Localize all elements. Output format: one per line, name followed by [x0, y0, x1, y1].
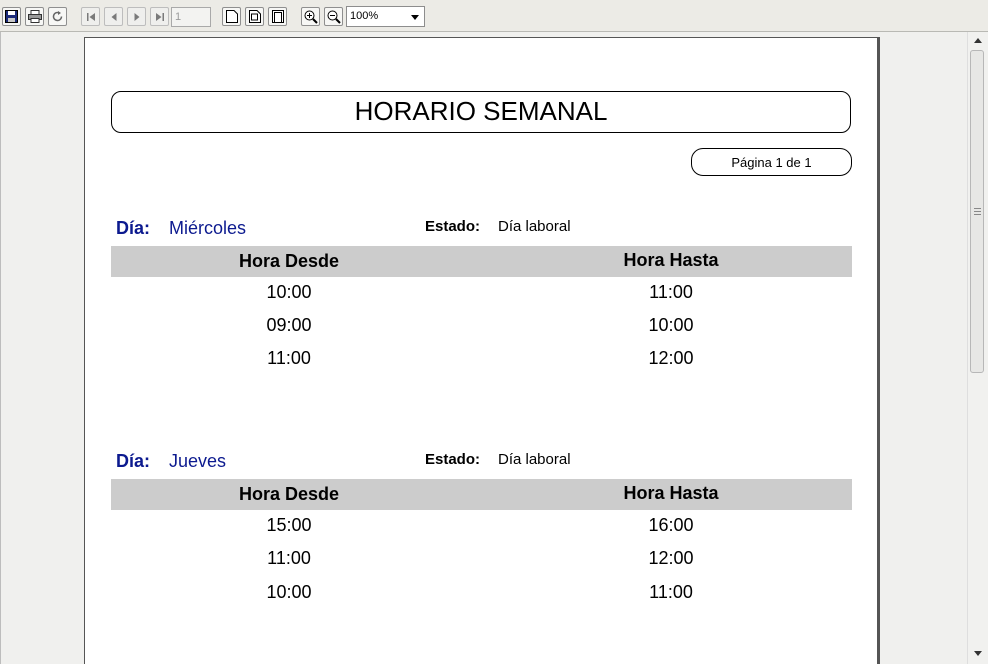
- cell-hasta: 11:00: [649, 282, 693, 302]
- cell-hasta: 12:00: [648, 548, 694, 568]
- day-name: Jueves: [169, 451, 227, 471]
- cell-desde: 10:00: [266, 582, 312, 602]
- page-number-input[interactable]: [171, 7, 211, 27]
- previous-page-button[interactable]: [104, 7, 123, 26]
- last-page-button[interactable]: [150, 7, 169, 26]
- grip-icon: [974, 208, 981, 215]
- report-title: HORARIO SEMANAL: [111, 91, 851, 133]
- scrollbar-thumb[interactable]: [970, 50, 984, 373]
- last-page-icon: [155, 12, 165, 22]
- report-viewer-toolbar: 100%: [0, 0, 988, 32]
- estado-label: Estado:: [425, 218, 481, 235]
- zoom-out-button[interactable]: [324, 7, 343, 26]
- page-width-icon: [225, 10, 238, 23]
- cell-desde: 11:00: [267, 548, 311, 568]
- save-button[interactable]: [2, 7, 21, 26]
- estado-value: Día laboral: [498, 218, 571, 235]
- cell-desde: 09:00: [266, 315, 312, 335]
- cell-hasta: 16:00: [648, 515, 694, 535]
- zoom-in-icon: [304, 10, 318, 24]
- day-name: Miércoles: [169, 218, 247, 238]
- cell-desde: 15:00: [266, 515, 312, 535]
- scroll-down-icon[interactable]: [974, 651, 982, 656]
- zoom-select[interactable]: 100%: [346, 6, 425, 27]
- report-viewport: HORARIO SEMANAL Página 1 de 1 Día: Miérc…: [0, 32, 967, 664]
- first-page-icon: [86, 12, 96, 22]
- cell-desde: 10:00: [266, 282, 312, 302]
- scroll-up-icon[interactable]: [974, 38, 982, 43]
- print-icon: [27, 10, 42, 23]
- day-label: Día:: [116, 451, 151, 471]
- zoom-value: 100%: [350, 10, 379, 22]
- page-width-button[interactable]: [222, 7, 241, 26]
- column-header-desde: Hora Desde: [238, 484, 340, 504]
- refresh-button[interactable]: [48, 7, 67, 26]
- save-icon: [5, 10, 18, 23]
- two-pages-button[interactable]: [268, 7, 287, 26]
- cell-desde: 11:00: [267, 348, 311, 368]
- zoom-in-button[interactable]: [301, 7, 320, 26]
- refresh-icon: [51, 10, 64, 23]
- vertical-scrollbar[interactable]: [967, 32, 988, 664]
- previous-page-icon: [109, 12, 119, 22]
- print-button[interactable]: [25, 7, 44, 26]
- estado-label: Estado:: [425, 451, 481, 468]
- next-page-icon: [132, 12, 142, 22]
- column-header-hasta: Hora Hasta: [623, 250, 719, 270]
- estado-value: Día laboral: [498, 451, 571, 468]
- next-page-button[interactable]: [127, 7, 146, 26]
- column-header-hasta: Hora Hasta: [623, 483, 719, 503]
- report-page: HORARIO SEMANAL Página 1 de 1 Día: Miérc…: [84, 37, 880, 664]
- cell-hasta: 11:00: [649, 582, 693, 602]
- first-page-button[interactable]: [81, 7, 100, 26]
- two-pages-icon: [271, 10, 284, 23]
- whole-page-icon: [248, 10, 261, 23]
- cell-hasta: 12:00: [648, 348, 694, 368]
- page-info: Página 1 de 1: [691, 148, 852, 176]
- whole-page-button[interactable]: [245, 7, 264, 26]
- column-header-desde: Hora Desde: [238, 251, 340, 271]
- cell-hasta: 10:00: [648, 315, 694, 335]
- zoom-out-icon: [327, 10, 341, 24]
- day-label: Día:: [116, 218, 151, 238]
- chevron-down-icon: [411, 15, 419, 20]
